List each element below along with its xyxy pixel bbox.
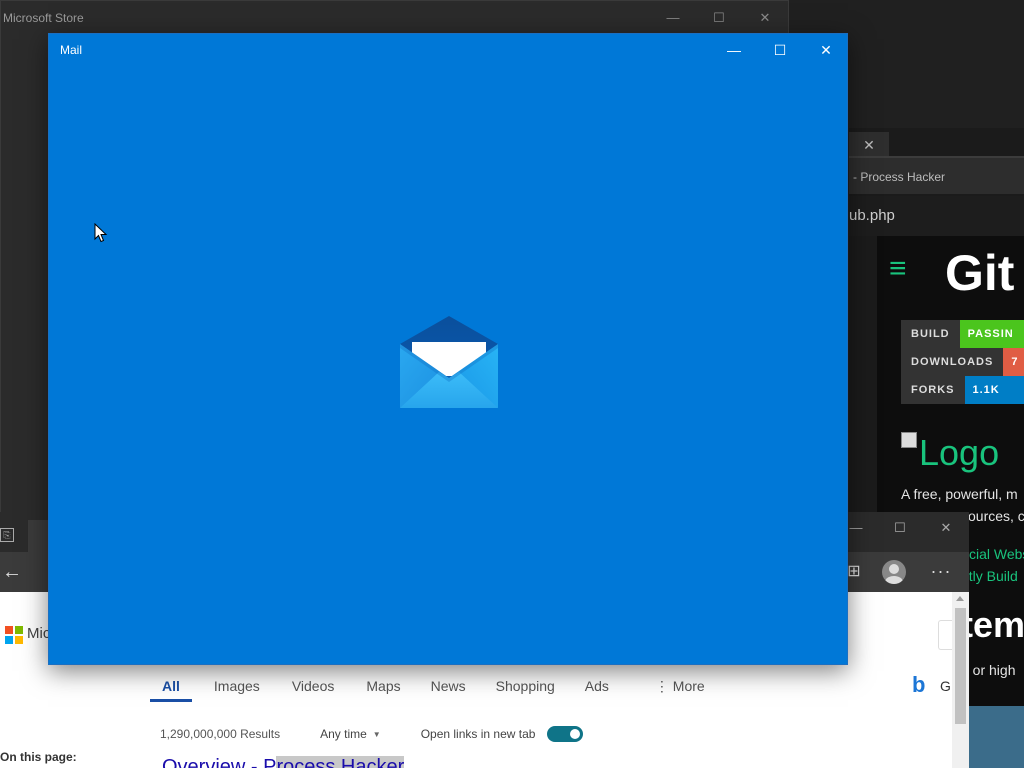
ph-page-heading: Git	[945, 245, 1015, 301]
more-options-icon[interactable]: ···	[928, 558, 954, 586]
profile-avatar-icon[interactable]	[882, 560, 906, 584]
search-box-edge[interactable]	[938, 620, 952, 650]
mail-minimize-button[interactable]: —	[711, 34, 757, 66]
caret-down-icon[interactable]: ▼	[373, 730, 381, 739]
badge-label: FORKS	[901, 376, 965, 404]
desktop: Microsoft Store — ☐ ✕ ✕ - Process Hacker…	[0, 0, 1024, 768]
first-result-prefix: Overview - P	[162, 756, 277, 768]
badge-build[interactable]: BUILD PASSIN	[901, 320, 1024, 348]
screenshot-image	[969, 706, 1024, 768]
tab-actions-icon[interactable]: ⎘	[0, 528, 14, 542]
scroll-up-arrow-icon[interactable]	[956, 596, 964, 601]
requirements-text: 7 or high	[961, 662, 1016, 678]
badge-value: 1.1K	[964, 376, 1024, 404]
badge-label: BUILD	[901, 320, 960, 348]
tab-ads[interactable]: Ads	[573, 672, 621, 702]
mail-maximize-button[interactable]: ☐	[757, 34, 803, 66]
store-titlebar: Microsoft Store — ☐ ✕	[1, 1, 788, 35]
mail-titlebar[interactable]: Mail — ☐ ✕	[49, 34, 849, 66]
mail-window-title: Mail	[60, 43, 83, 57]
badge-forks[interactable]: FORKS 1.1K	[901, 376, 1024, 404]
address-bar[interactable]: ub.php	[849, 196, 1024, 236]
official-website-link[interactable]: cial Webs	[969, 546, 1024, 562]
bing-logo-icon[interactable]: b	[912, 672, 925, 698]
tab-more[interactable]: ⋮ More	[643, 672, 717, 702]
tab-close-button[interactable]: ✕	[849, 132, 889, 158]
mail-close-button[interactable]: ✕	[803, 34, 849, 66]
system-requirements-heading: tem	[961, 604, 1024, 645]
hamburger-icon[interactable]: ≡	[889, 254, 907, 284]
results-toolbar: 1,290,000,000 Results Any time ▼ Open li…	[160, 724, 584, 744]
first-result-link[interactable]: Overview - Process Hacker	[162, 756, 405, 768]
edge-maximize-button[interactable]: ☐	[880, 516, 920, 540]
scroll-thumb[interactable]	[955, 608, 966, 724]
nightly-builds-link[interactable]: ntly Build	[961, 568, 1018, 584]
any-time-filter[interactable]: Any time	[320, 727, 367, 741]
badge-list: BUILD PASSIN DOWNLOADS 7 FORKS 1.1K	[901, 320, 1024, 404]
logo-alt-text: Logo	[919, 432, 1000, 473]
open-links-toggle[interactable]	[547, 726, 584, 742]
broken-image-icon	[901, 432, 917, 448]
edge-close-button[interactable]: ✕	[926, 516, 966, 540]
badge-label: DOWNLOADS	[901, 348, 1004, 376]
badge-value: PASSIN	[959, 320, 1024, 348]
mail-envelope-icon	[400, 316, 498, 408]
description-line-1: A free, powerful, m	[901, 486, 1018, 502]
store-close-button[interactable]: ✕	[745, 7, 785, 29]
badge-value: 7	[1003, 348, 1024, 376]
tab-maps[interactable]: Maps	[354, 672, 412, 702]
open-links-label: Open links in new tab	[420, 727, 536, 741]
tab-images[interactable]: Images	[202, 672, 272, 702]
back-arrow-icon[interactable]: ←	[0, 558, 24, 586]
tab-news[interactable]: News	[419, 672, 478, 702]
mouse-cursor-icon	[94, 223, 108, 243]
tab-shopping[interactable]: Shopping	[484, 672, 567, 702]
tab-videos[interactable]: Videos	[280, 672, 347, 702]
badge-downloads[interactable]: DOWNLOADS 7	[901, 348, 1024, 376]
broken-logo-image: Logo	[901, 432, 999, 474]
on-this-page-label: On this page:	[0, 750, 77, 764]
store-minimize-button[interactable]: —	[653, 7, 693, 29]
description-line-2: sources, c	[961, 508, 1024, 524]
store-maximize-button[interactable]: ☐	[699, 7, 739, 29]
microsoft-brand-text[interactable]: Mic	[27, 625, 50, 642]
bing-partial-text[interactable]: G	[940, 678, 951, 694]
store-window-title: Microsoft Store	[3, 11, 84, 25]
first-result-highlight: rocess Hacker	[276, 756, 405, 768]
mail-window: Mail — ☐ ✕	[48, 33, 848, 665]
tab-all[interactable]: All	[150, 672, 192, 702]
microsoft-logo-icon[interactable]	[5, 626, 23, 644]
ph-window-title: - Process Hacker	[849, 156, 1024, 194]
search-tabs: All Images Videos Maps News Shopping Ads…	[150, 672, 717, 702]
page-scrollbar[interactable]	[952, 592, 969, 768]
results-count: 1,290,000,000 Results	[160, 727, 281, 741]
